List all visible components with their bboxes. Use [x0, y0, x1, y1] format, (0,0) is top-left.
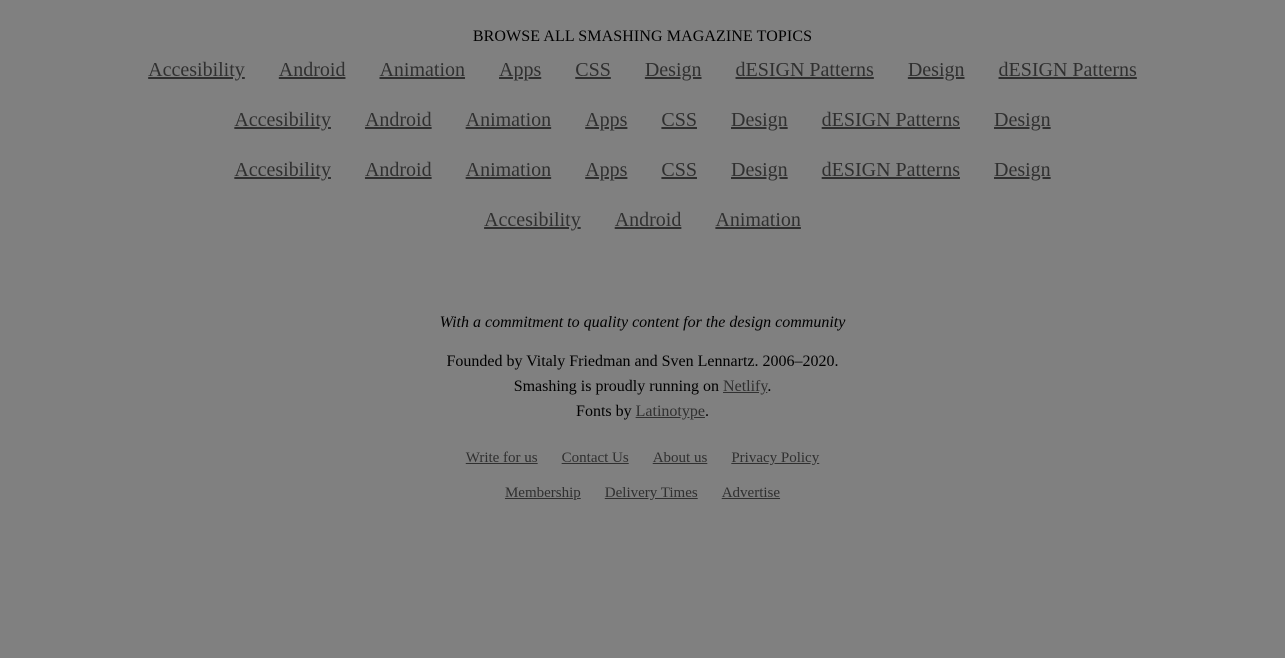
- topic-link[interactable]: CSS: [661, 156, 697, 184]
- topic-link[interactable]: Design: [994, 156, 1051, 184]
- topic-link[interactable]: Design: [731, 106, 788, 134]
- topics-heading: BROWSE ALL SMASHING MAGAZINE TOPICS: [472, 28, 813, 45]
- topic-link[interactable]: Apps: [499, 56, 541, 84]
- footer-tagline: With a commitment to quality content for…: [439, 314, 846, 331]
- footer-credits: Founded by Vitaly Friedman and Sven Lenn…: [0, 349, 1285, 424]
- topic-link[interactable]: dESIGN Patterns: [822, 156, 960, 184]
- topic-link[interactable]: dESIGN Patterns: [999, 56, 1137, 84]
- topic-link[interactable]: CSS: [575, 56, 611, 84]
- founded-text: Founded by Vitaly Friedman and Sven Lenn…: [446, 353, 839, 370]
- topic-link[interactable]: Design: [731, 156, 788, 184]
- topic-link[interactable]: Accesibility: [148, 56, 245, 84]
- membership-link[interactable]: Membership: [505, 483, 581, 503]
- topic-link[interactable]: CSS: [661, 106, 697, 134]
- about-us-link[interactable]: About us: [653, 448, 708, 468]
- topic-row-3: Accesibility Android Animation Apps CSS …: [217, 156, 1067, 206]
- footer-page: BROWSE ALL SMASHING MAGAZINE TOPICS Acce…: [0, 0, 1285, 658]
- contact-us-link[interactable]: Contact Us: [562, 448, 629, 468]
- advertise-link[interactable]: Advertise: [722, 483, 780, 503]
- running-suffix: .: [767, 378, 772, 395]
- topic-link[interactable]: Android: [365, 156, 432, 184]
- fonts-line: Fonts by Latinotype.: [0, 399, 1285, 424]
- topic-link[interactable]: Android: [279, 56, 346, 84]
- topic-link[interactable]: Design: [908, 56, 965, 84]
- topic-link[interactable]: dESIGN Patterns: [822, 106, 960, 134]
- fonts-suffix: .: [704, 403, 709, 420]
- topic-link[interactable]: Design: [645, 56, 702, 84]
- delivery-times-link[interactable]: Delivery Times: [605, 483, 698, 503]
- write-for-us-link[interactable]: Write for us: [466, 448, 538, 468]
- topic-link[interactable]: Apps: [585, 106, 627, 134]
- topic-row-2: Accesibility Android Animation Apps CSS …: [217, 106, 1067, 156]
- topic-link[interactable]: Accesibility: [484, 206, 581, 234]
- running-line: Smashing is proudly running on Netlify.: [0, 374, 1285, 399]
- topic-link[interactable]: Android: [365, 106, 432, 134]
- footer-nav-primary: Write for us Contact Us About us Privacy…: [0, 448, 1285, 468]
- topics-list: Accesibility Android Animation Apps CSS …: [0, 56, 1285, 256]
- topic-link[interactable]: Apps: [585, 156, 627, 184]
- privacy-policy-link[interactable]: Privacy Policy: [731, 448, 819, 468]
- topic-link[interactable]: Accesibility: [234, 106, 331, 134]
- topic-link[interactable]: Android: [615, 206, 682, 234]
- topic-link[interactable]: Design: [994, 106, 1051, 134]
- topic-link[interactable]: dESIGN Patterns: [736, 56, 874, 84]
- topic-link[interactable]: Accesibility: [234, 156, 331, 184]
- running-prefix: Smashing is proudly running on: [513, 378, 724, 395]
- netlify-link[interactable]: Netlify: [723, 378, 767, 395]
- topic-row-4: Accesibility Android Animation: [467, 206, 818, 256]
- topic-row-1: Accesibility Android Animation Apps CSS …: [131, 56, 1154, 106]
- topic-link[interactable]: Animation: [379, 56, 465, 84]
- footer-nav-secondary: Membership Delivery Times Advertise: [0, 483, 1285, 503]
- topic-link[interactable]: Animation: [466, 156, 552, 184]
- topic-link[interactable]: Animation: [466, 106, 552, 134]
- topic-link[interactable]: Animation: [715, 206, 801, 234]
- fonts-prefix: Fonts by: [576, 403, 636, 420]
- latinotype-link[interactable]: Latinotype: [636, 403, 705, 420]
